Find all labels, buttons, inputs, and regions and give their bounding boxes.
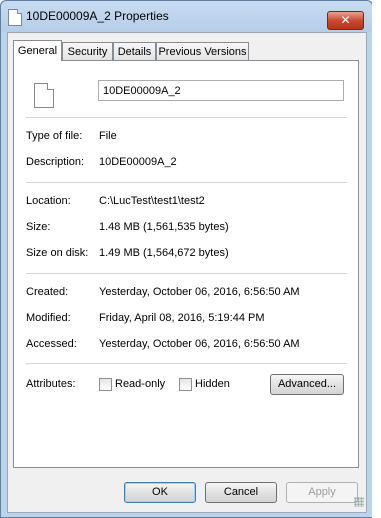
size-value: 1.48 MB (1,561,535 bytes) [99, 221, 229, 233]
tab-previous-versions[interactable]: Previous Versions [156, 42, 249, 60]
attributes-label: Attributes: [26, 378, 76, 390]
description-value: 10DE00009A_2 [99, 156, 177, 168]
modified-label: Modified: [26, 312, 71, 324]
dialog-client-area: General Security Details Previous Versio… [7, 32, 367, 513]
separator [26, 182, 347, 183]
created-value: Yesterday, October 06, 2016, 6:56:50 AM [99, 286, 300, 298]
type-of-file-label: Type of file: [26, 130, 83, 142]
tab-details[interactable]: Details [113, 42, 156, 60]
tab-general[interactable]: General [13, 40, 62, 61]
cancel-button[interactable]: Cancel [205, 482, 277, 503]
separator [26, 117, 347, 118]
accessed-value: Yesterday, October 06, 2016, 6:56:50 AM [99, 338, 300, 350]
accessed-label: Accessed: [26, 338, 77, 350]
read-only-label[interactable]: Read-only [115, 378, 165, 390]
size-on-disk-value: 1.49 MB (1,564,672 bytes) [99, 247, 229, 259]
modified-value: Friday, April 08, 2016, 5:19:44 PM [99, 312, 265, 324]
document-icon [34, 83, 54, 108]
type-of-file-value: File [99, 130, 117, 142]
hidden-label[interactable]: Hidden [195, 378, 230, 390]
apply-button[interactable]: Apply [286, 482, 358, 503]
size-on-disk-label: Size on disk: [26, 247, 89, 259]
file-name-input[interactable] [98, 80, 344, 101]
size-label: Size: [26, 221, 51, 233]
separator [26, 363, 347, 364]
location-label: Location: [26, 195, 71, 207]
ok-button[interactable]: OK [124, 482, 196, 503]
hidden-checkbox[interactable] [179, 378, 192, 391]
properties-dialog: 10DE00009A_2 Properties ✕ General Securi… [0, 0, 373, 518]
general-tab-panel: Type of file: File Description: 10DE0000… [13, 60, 359, 468]
location-value: C:\LucTest\test1\test2 [99, 195, 205, 207]
separator [26, 273, 347, 274]
close-button[interactable]: ✕ [327, 11, 364, 30]
title-bar[interactable]: 10DE00009A_2 Properties ✕ [1, 1, 372, 32]
resize-grip-icon[interactable] [354, 497, 364, 507]
document-icon [8, 9, 22, 26]
created-label: Created: [26, 286, 69, 298]
window-title: 10DE00009A_2 Properties [26, 9, 169, 23]
advanced-button[interactable]: Advanced... [270, 374, 344, 395]
description-label: Description: [26, 156, 85, 168]
background-strip [372, 0, 381, 518]
tab-security[interactable]: Security [62, 42, 113, 60]
read-only-checkbox[interactable] [99, 378, 112, 391]
